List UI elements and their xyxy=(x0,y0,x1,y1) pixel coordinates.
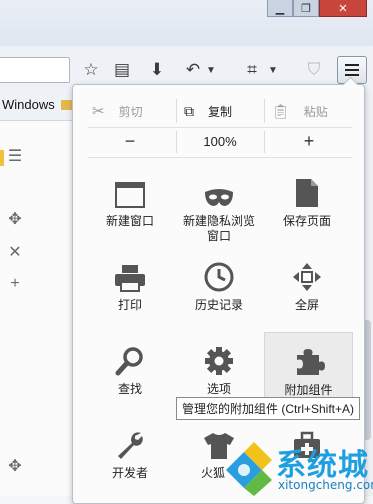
list-icon[interactable]: ☰ xyxy=(6,147,24,165)
options-label: 选项 xyxy=(206,382,231,396)
highlight-marker xyxy=(0,150,4,166)
magnifier-icon xyxy=(87,340,173,376)
page-content xyxy=(0,121,73,496)
mask-icon xyxy=(176,172,262,208)
close-small-icon[interactable]: ✕ xyxy=(6,243,24,261)
watermark-logo-icon xyxy=(226,442,272,496)
maximize-button[interactable]: ❐ xyxy=(293,0,319,17)
watermark-url: xitongcheng.com xyxy=(278,478,373,492)
wrench-icon xyxy=(87,424,173,460)
new-private-window-label: 新建隐私浏览窗口 xyxy=(182,214,255,243)
addons-tooltip: 管理您的附加组件 (Ctrl+Shift+A) xyxy=(176,397,361,420)
divider xyxy=(264,131,265,153)
cut-label: 剪切 xyxy=(118,104,143,119)
developer-button[interactable]: 开发者 xyxy=(87,416,173,496)
reading-list-icon[interactable]: ▤ xyxy=(110,58,134,82)
print-button[interactable]: 打印 xyxy=(87,248,173,328)
developer-label: 开发者 xyxy=(111,466,148,480)
zoom-in-button[interactable]: + xyxy=(299,131,319,152)
scissors-icon: ✂ xyxy=(92,103,105,120)
undo-icon[interactable]: ↶ xyxy=(181,58,205,82)
printer-icon xyxy=(87,256,173,292)
shield-icon[interactable]: ⛉ xyxy=(302,58,326,82)
bookmark-star-icon[interactable]: ☆ xyxy=(79,58,103,82)
move-icon[interactable]: ✥ xyxy=(6,210,24,228)
gear-icon xyxy=(176,340,262,376)
divider xyxy=(88,157,352,158)
url-bar[interactable] xyxy=(0,57,70,83)
find-label: 查找 xyxy=(117,382,142,396)
fullscreen-button[interactable]: 全屏 xyxy=(264,248,350,328)
fullscreen-label: 全屏 xyxy=(294,298,319,312)
bookmark-windows[interactable]: Windows xyxy=(2,97,55,112)
divider xyxy=(264,99,265,123)
zoom-reset-button[interactable]: 100% xyxy=(176,134,264,149)
divider xyxy=(176,99,177,123)
find-button[interactable]: 查找 xyxy=(87,332,173,412)
addons-label: 附加组件 xyxy=(284,383,333,397)
copy-label: 复制 xyxy=(208,104,233,119)
clipboard-icon: 📋︎ xyxy=(272,102,290,119)
fullscreen-icon xyxy=(264,256,350,292)
cut-button[interactable]: ✂ 剪切 xyxy=(92,97,143,125)
history-label: 历史记录 xyxy=(194,298,243,312)
minimize-button[interactable]: ▁ xyxy=(267,0,293,17)
save-page-label: 保存页面 xyxy=(282,214,331,228)
download-icon[interactable]: ⬇ xyxy=(145,58,169,82)
new-private-window-button[interactable]: 新建隐私浏览窗口 xyxy=(176,164,262,244)
undo-dropdown-icon[interactable]: ▼ xyxy=(204,58,218,82)
add-icon[interactable]: + xyxy=(6,275,24,293)
print-label: 打印 xyxy=(117,298,142,312)
copy-icon: ⧉ xyxy=(184,102,194,119)
puzzle-icon xyxy=(265,341,352,377)
window-icon xyxy=(87,172,173,208)
page-icon xyxy=(264,172,350,208)
close-button[interactable]: ✕ xyxy=(319,0,367,17)
paste-button[interactable]: 📋︎ 粘贴 xyxy=(272,97,328,125)
crop-icon[interactable]: ⌗ xyxy=(240,58,264,82)
crop-dropdown-icon[interactable]: ▼ xyxy=(266,58,280,82)
paste-label: 粘贴 xyxy=(303,104,328,119)
move-icon-bottom[interactable]: ✥ xyxy=(6,457,24,475)
new-window-label: 新建窗口 xyxy=(105,214,154,228)
divider xyxy=(88,127,352,128)
history-button[interactable]: 历史记录 xyxy=(176,248,262,328)
save-page-button[interactable]: 保存页面 xyxy=(264,164,350,244)
new-window-button[interactable]: 新建窗口 xyxy=(87,164,173,244)
copy-button[interactable]: ⧉ 复制 xyxy=(184,97,232,125)
clock-icon xyxy=(176,256,262,292)
zoom-out-button[interactable]: − xyxy=(120,131,140,152)
